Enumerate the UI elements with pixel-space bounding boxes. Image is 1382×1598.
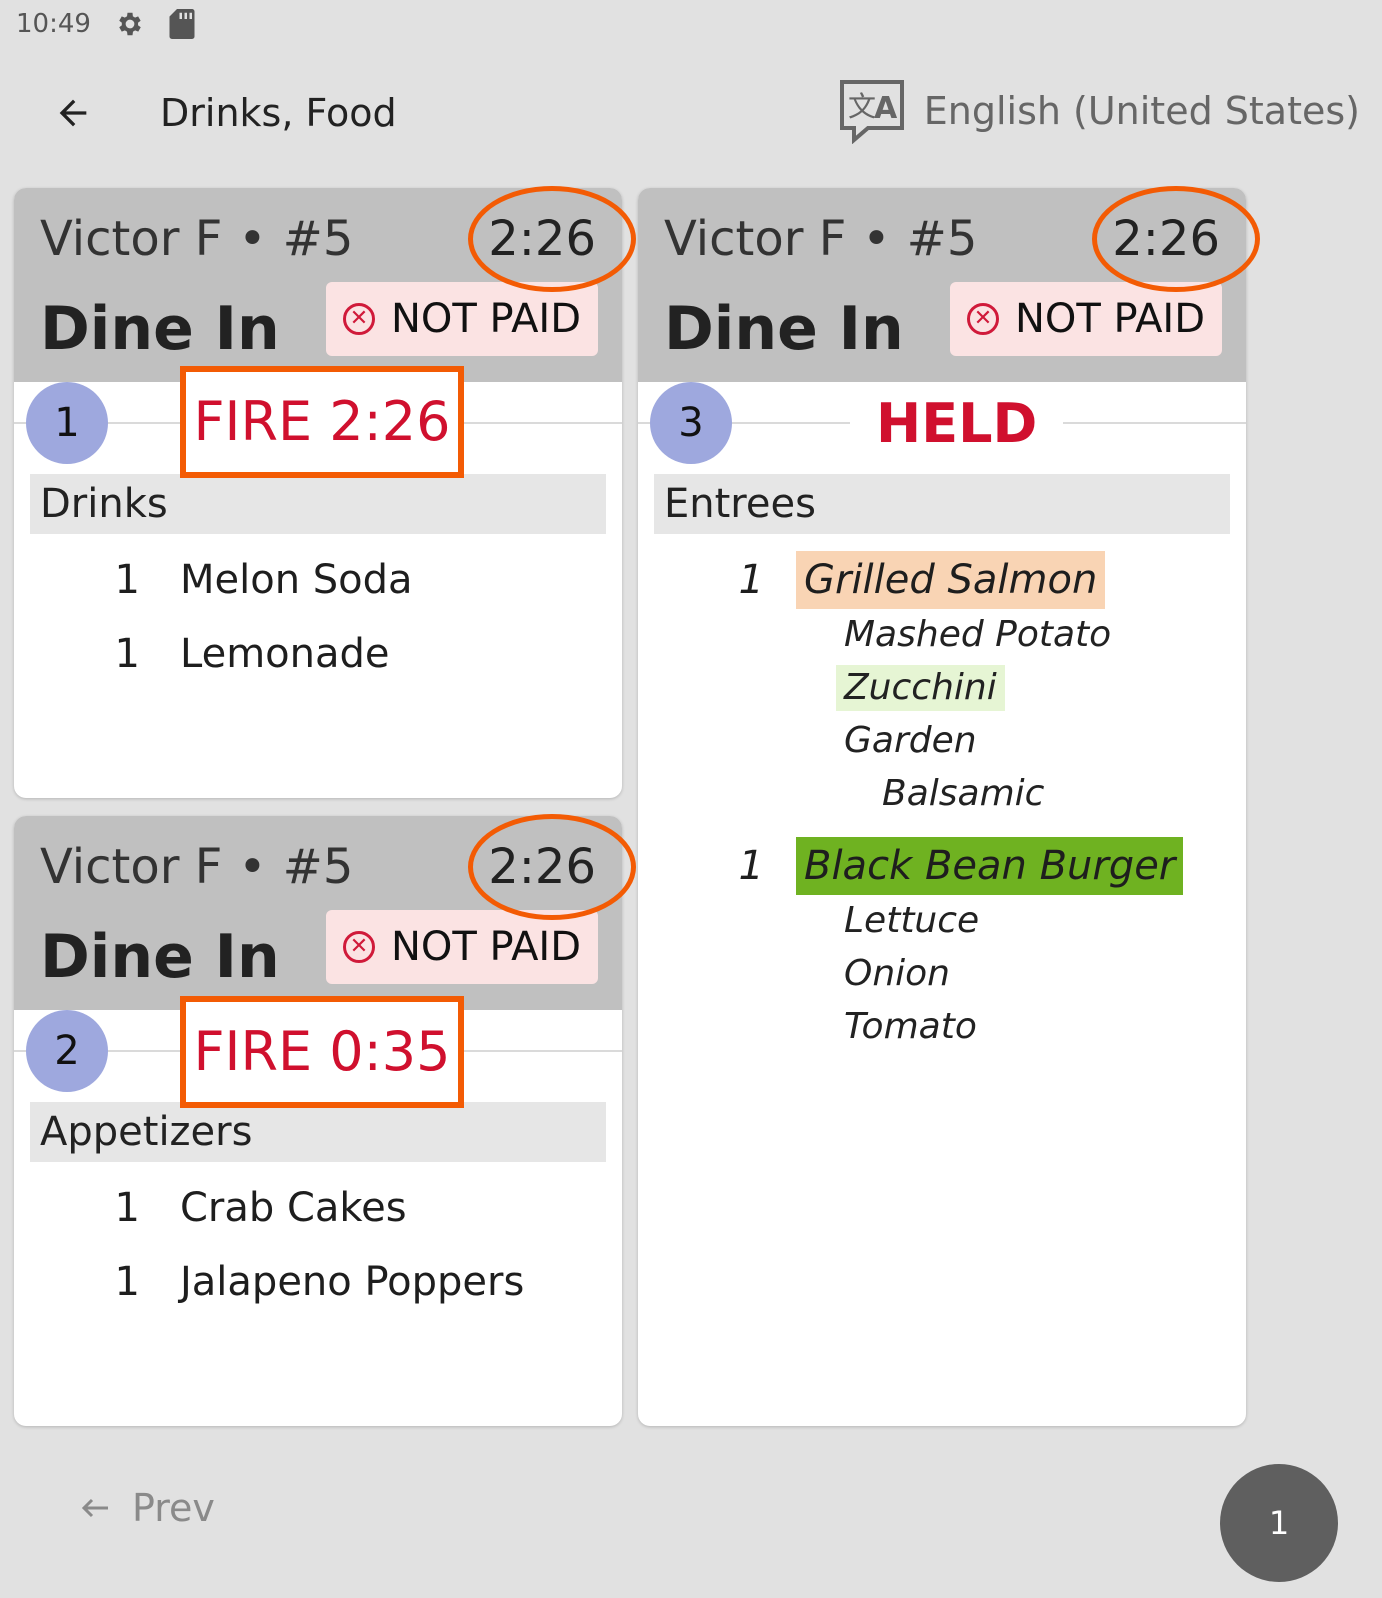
ticket-server: Victor F • #5	[664, 211, 978, 267]
item-modifier: Tomato	[844, 1006, 977, 1047]
item-modifier: Zucchini	[836, 665, 1005, 711]
seat-number: 3	[650, 382, 732, 464]
order-ticket-1[interactable]: Victor F • #5 2:26 Dine In ✕ NOT PAID 1 Dr…	[14, 188, 622, 798]
payment-status-badge: ✕ NOT PAID	[950, 282, 1222, 356]
item-name-highlighted: Grilled Salmon	[796, 551, 1106, 609]
status-bar: 10:49	[16, 4, 195, 44]
item-modifier: Balsamic	[882, 773, 1045, 814]
status-time: 10:49	[16, 9, 91, 39]
ticket-timer: 2:26	[488, 211, 596, 267]
payment-status-badge: ✕ NOT PAID	[326, 910, 598, 984]
course-section: Drinks	[30, 474, 606, 534]
fire-timer-label: FIRE 0:35	[180, 996, 464, 1108]
app-bar: Drinks, Food 文 A English (United States)	[0, 70, 1382, 156]
course-section: Entrees	[654, 474, 1230, 534]
prev-page-button[interactable]: Prev	[80, 1486, 215, 1530]
payment-status-badge: ✕ NOT PAID	[326, 282, 598, 356]
ticket-header: Victor F • #5 2:26 Dine In ✕ NOT PAID	[14, 816, 622, 1010]
order-type: Dine In	[664, 294, 904, 364]
seat-number: 1	[26, 382, 108, 464]
order-type: Dine In	[40, 294, 280, 364]
order-type: Dine In	[40, 922, 280, 992]
ticket-timer: 2:26	[488, 839, 596, 895]
page-title: Drinks, Food	[160, 91, 397, 135]
language-selector[interactable]: 文 A English (United States)	[838, 78, 1360, 144]
sd-card-icon	[169, 9, 195, 39]
settings-gear-icon	[115, 9, 145, 39]
ticket-header: Victor F • #5 2:26 Dine In ✕ NOT PAID	[14, 188, 622, 382]
svg-text:A: A	[874, 91, 898, 126]
cancel-circle-icon: ✕	[342, 303, 375, 335]
item-modifier: Lettuce	[844, 900, 980, 941]
fire-timer-label: FIRE 2:26	[180, 366, 464, 478]
item-modifier: Mashed Potato	[844, 614, 1112, 655]
ticket-header: Victor F • #5 2:26 Dine In ✕ NOT PAID	[638, 188, 1246, 382]
ticket-timer: 2:26	[1112, 211, 1220, 267]
order-ticket-2[interactable]: Victor F • #5 2:26 Dine In ✕ NOT PAID 2 Ap…	[14, 816, 622, 1426]
course-section: Appetizers	[30, 1102, 606, 1162]
svg-text:文: 文	[848, 90, 876, 123]
order-ticket-3[interactable]: Victor F • #5 2:26 Dine In ✕ NOT PAID 3 HE…	[638, 188, 1246, 1426]
cancel-circle-icon: ✕	[342, 931, 375, 963]
item-name-highlighted: Black Bean Burger	[796, 837, 1184, 895]
course-status: HELD	[850, 384, 1064, 464]
back-button[interactable]	[48, 88, 98, 138]
seat-number: 2	[26, 1010, 108, 1092]
item-modifier: Onion	[844, 953, 950, 994]
ticket-server: Victor F • #5	[40, 211, 354, 267]
arrow-left-icon	[81, 1498, 108, 1518]
page-number-button[interactable]: 1	[1220, 1464, 1338, 1582]
arrow-back-icon	[59, 99, 87, 127]
ticket-server: Victor F • #5	[40, 839, 354, 895]
item-modifier: Garden	[844, 720, 977, 761]
language-label: English (United States)	[923, 89, 1360, 133]
cancel-circle-icon: ✕	[966, 303, 999, 335]
translate-icon: 文 A	[839, 80, 904, 144]
